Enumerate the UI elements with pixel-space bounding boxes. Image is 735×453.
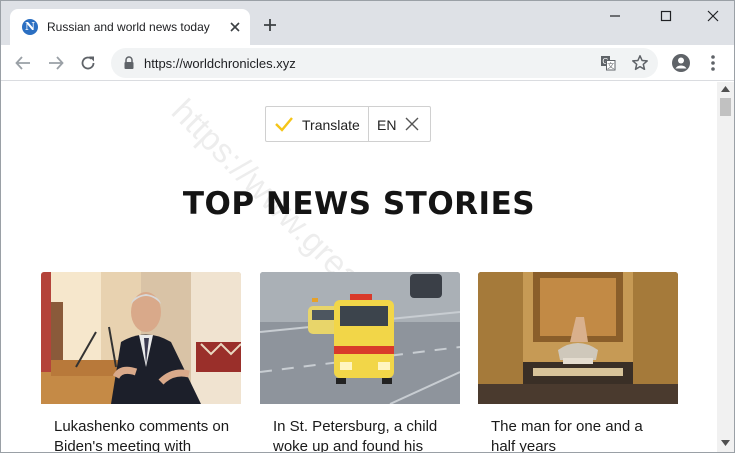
profile-avatar-icon[interactable] [671,53,691,73]
page-title: TOP NEWS STORIES [182,186,536,222]
url-text[interactable]: https://worldchronicles.xyz [144,56,296,71]
browser-tab[interactable]: N Russian and world news today [10,9,250,45]
back-arrow-icon[interactable] [14,54,32,72]
bookmark-star-icon[interactable] [631,54,649,72]
translate-widget: Translate EN [265,106,431,142]
news-card-title[interactable]: Lukashenko comments on Biden's meeting w… [41,409,241,452]
tab-strip: N Russian and world news today [1,1,734,45]
new-tab-plus-icon[interactable] [263,18,277,32]
lock-icon[interactable] [123,56,135,70]
news-photo-speaker[interactable] [41,272,242,404]
address-bar[interactable]: https://worldchronicles.xyz G 文 [111,48,658,78]
maximize-window-icon[interactable] [656,9,676,23]
vertical-scrollbar[interactable] [717,82,734,452]
browser-menu-dots-icon[interactable] [708,54,718,72]
scrollbar-thumb[interactable] [720,98,731,116]
browser-window: N Russian and world news today https://w… [0,0,735,453]
news-card[interactable]: In St. Petersburg, a child woke up and f… [259,272,461,452]
reload-icon[interactable] [79,54,97,72]
site-favicon-icon: N [22,19,38,35]
divider [368,107,369,141]
minimize-window-icon[interactable] [605,9,625,23]
news-card-title[interactable]: In St. Petersburg, a child woke up and f… [260,409,460,452]
close-tab-icon[interactable] [228,20,242,34]
translate-button[interactable]: Translate [302,117,360,133]
news-card[interactable]: The man for one and a half years [478,272,678,452]
close-window-icon[interactable] [703,9,723,23]
news-card[interactable]: Lukashenko comments on Biden's meeting w… [41,272,242,452]
browser-toolbar: https://worldchronicles.xyz G 文 [1,45,734,81]
news-card-title[interactable]: The man for one and a half years [478,409,678,452]
forward-arrow-icon[interactable] [47,54,65,72]
translate-page-icon[interactable]: G 文 [600,55,616,71]
close-icon[interactable] [404,116,420,132]
scroll-up-arrow-icon[interactable] [721,86,730,92]
news-photo-ambulance[interactable] [259,272,461,405]
news-photo-elevator[interactable] [478,272,678,404]
page-viewport: https://www.greatis.com Translate EN TOP… [1,82,717,452]
svg-text:文: 文 [607,61,614,70]
language-selector[interactable]: EN [377,117,396,133]
tab-title: Russian and world news today [47,20,210,34]
checkmark-icon[interactable] [274,115,294,133]
scroll-down-arrow-icon[interactable] [721,440,730,446]
